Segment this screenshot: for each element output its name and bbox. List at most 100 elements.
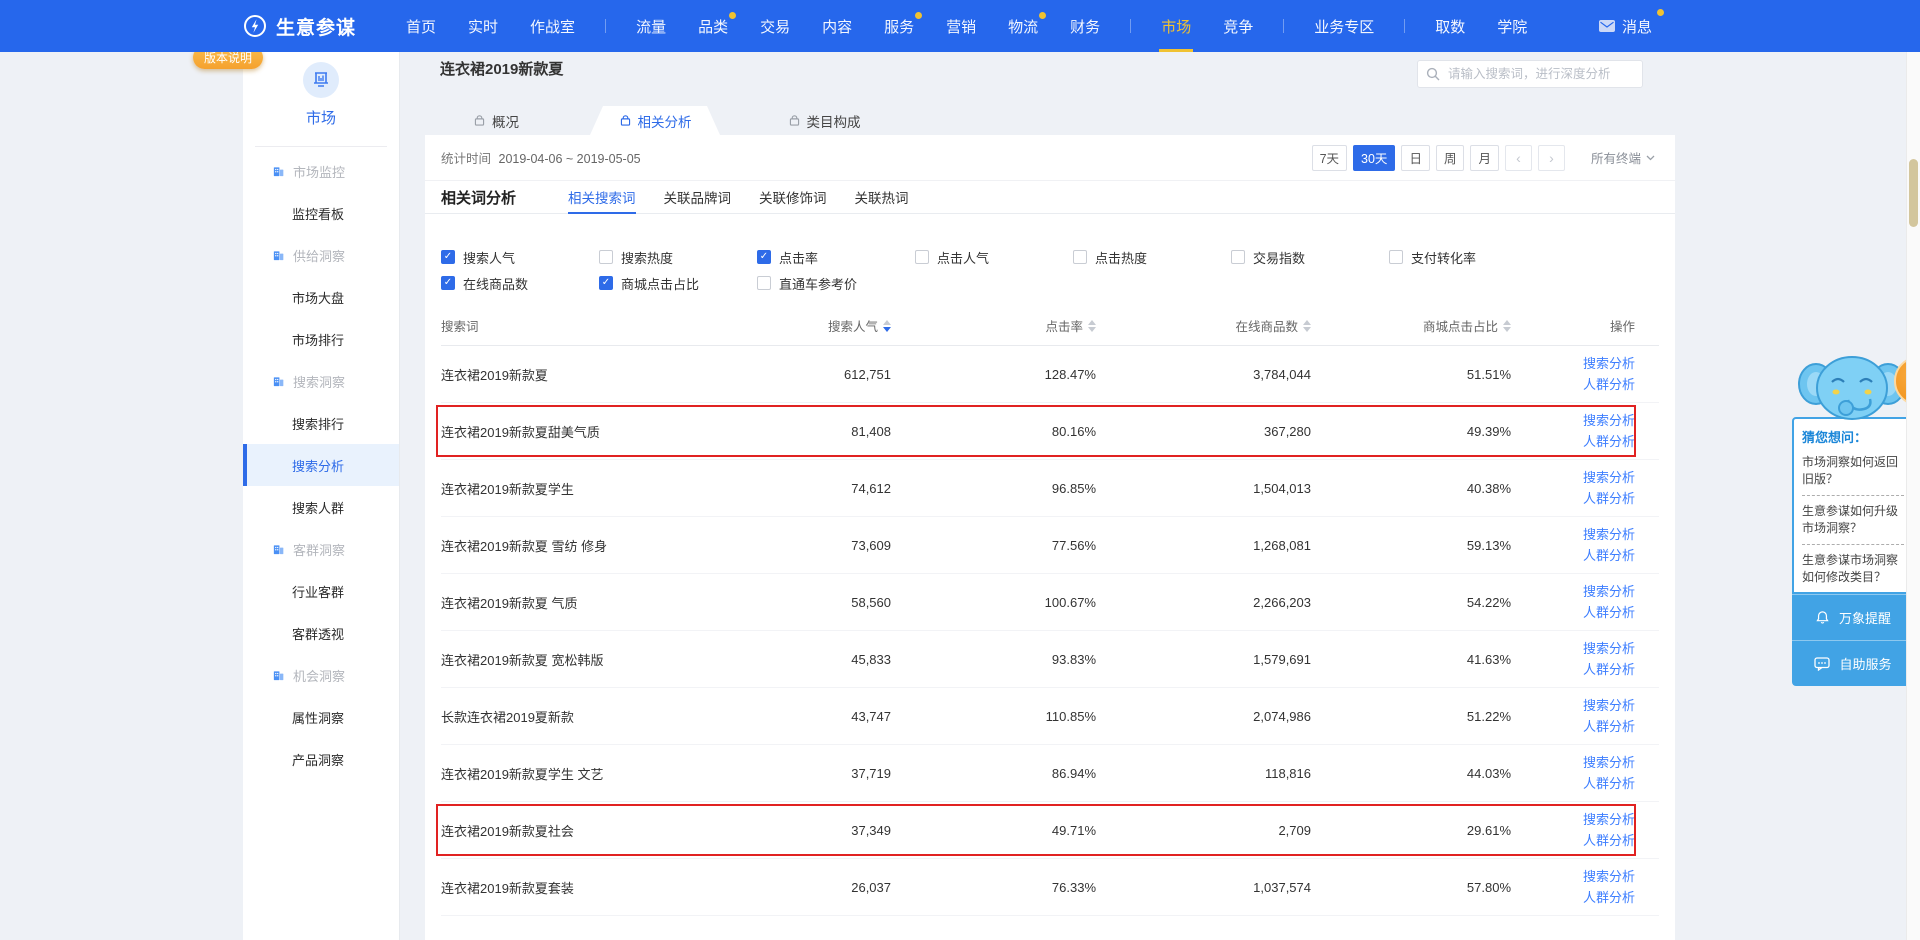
nav-item-home[interactable]: 首页	[390, 0, 452, 52]
audience-analysis-link[interactable]: 人群分析	[1511, 488, 1635, 509]
audience-analysis-link[interactable]: 人群分析	[1511, 830, 1635, 851]
sidebar-item-search-audience[interactable]: 搜索人群	[243, 486, 399, 528]
nav-item-label: 作战室	[530, 18, 576, 36]
metric-checkbox-click-heat[interactable]: 点击热度	[1073, 248, 1231, 267]
nav-item-content[interactable]: 内容	[806, 0, 868, 52]
metric-checkbox-transaction-index[interactable]: 交易指数	[1231, 248, 1389, 267]
assistant-question[interactable]: 生意参谋如何升级市场洞察？	[1802, 503, 1904, 537]
sidebar-item-search-analysis[interactable]: 搜索分析	[243, 444, 399, 486]
sort-icon[interactable]	[883, 319, 891, 332]
audience-analysis-link[interactable]: 人群分析	[1511, 773, 1635, 794]
sort-icon[interactable]	[1088, 319, 1096, 332]
sidebar-item-market-ranking[interactable]: 市场排行	[243, 318, 399, 360]
nav-item-data-fetch[interactable]: 取数	[1419, 0, 1481, 52]
metric-checkbox-click-popularity[interactable]: 点击人气	[915, 248, 1073, 267]
nav-item-messages[interactable]: 消息	[1589, 0, 1664, 52]
search-analysis-link[interactable]: 搜索分析	[1511, 353, 1635, 374]
search-analysis-link[interactable]: 搜索分析	[1511, 809, 1635, 830]
assistant-button-self-service[interactable]: 自助服务	[1792, 640, 1914, 686]
metric-checkbox-ctr[interactable]: 点击率	[757, 248, 915, 267]
nav-item-war-room[interactable]: 作战室	[514, 0, 591, 52]
tab-related-analysis[interactable]: 相关分析	[590, 106, 720, 135]
sidebar-item-industry-customer[interactable]: 行业客群	[243, 570, 399, 612]
metric-checkbox-search-heat[interactable]: 搜索热度	[599, 248, 757, 267]
sidebar-item-label: 供给洞察	[293, 248, 346, 264]
prev-page-button[interactable]: ‹	[1504, 144, 1532, 171]
audience-analysis-link[interactable]: 人群分析	[1511, 716, 1635, 737]
cell-search-popularity: 45,833	[851, 651, 891, 667]
sidebar-item-product-insight[interactable]: 产品洞察	[243, 738, 399, 780]
metric-checkbox-online-products[interactable]: 在线商品数	[441, 274, 599, 293]
search-analysis-link[interactable]: 搜索分析	[1511, 752, 1635, 773]
metric-checkbox-mall-click-share[interactable]: 商城点击占比	[599, 274, 757, 293]
audience-analysis-link[interactable]: 人群分析	[1511, 602, 1635, 623]
audience-analysis-link[interactable]: 人群分析	[1511, 374, 1635, 395]
sidebar-item-monitor-dashboard[interactable]: 监控看板	[243, 192, 399, 234]
sort-icon[interactable]	[1303, 319, 1311, 332]
audience-analysis-link[interactable]: 人群分析	[1511, 431, 1635, 452]
metric-checkbox-search-popularity[interactable]: 搜索人气	[441, 248, 599, 267]
analysis-tab-related-search-words[interactable]: 相关搜索词	[568, 181, 636, 214]
audience-analysis-link[interactable]: 人群分析	[1511, 887, 1635, 908]
metric-checkbox-payment-conversion[interactable]: 支付转化率	[1389, 248, 1547, 267]
audience-analysis-link[interactable]: 人群分析	[1511, 545, 1635, 566]
nav-item-business-zone[interactable]: 业务专区	[1298, 0, 1390, 52]
search-analysis-link[interactable]: 搜索分析	[1511, 410, 1635, 431]
nav-item-academy[interactable]: 学院	[1481, 0, 1543, 52]
market-module-icon	[303, 62, 339, 98]
elephant-mascot[interactable]	[1798, 350, 1906, 427]
sort-icon[interactable]	[1503, 319, 1511, 332]
tab-category-composition[interactable]: 类目构成	[758, 106, 890, 135]
column-header-online_products[interactable]: 在线商品数	[1096, 316, 1311, 335]
sidebar-item-market-overview[interactable]: 市场大盘	[243, 276, 399, 318]
sidebar-item-customer-perspective[interactable]: 客群透视	[243, 612, 399, 654]
scrollbar-thumb[interactable]	[1909, 159, 1918, 227]
brand-name: 生意参谋	[276, 17, 357, 39]
analysis-tab-related-modifier-words[interactable]: 关联修饰词	[759, 181, 827, 213]
nav-item-label: 交易	[760, 18, 791, 36]
column-header-search_popularity[interactable]: 搜索人气	[721, 316, 891, 335]
search-analysis-link[interactable]: 搜索分析	[1511, 581, 1635, 602]
tab-overview[interactable]: 概况	[440, 106, 552, 135]
range-button-month[interactable]: 月	[1470, 144, 1499, 171]
terminal-dropdown[interactable]: 所有终端	[1591, 148, 1655, 167]
nav-item-competition[interactable]: 竞争	[1207, 0, 1269, 52]
audience-analysis-link[interactable]: 人群分析	[1511, 659, 1635, 680]
search-analysis-link[interactable]: 搜索分析	[1511, 638, 1635, 659]
search-input[interactable]	[1417, 60, 1643, 88]
nav-item-service[interactable]: 服务	[868, 0, 930, 52]
column-header-ctr[interactable]: 点击率	[891, 316, 1096, 335]
search-analysis-link[interactable]: 搜索分析	[1511, 467, 1635, 488]
nav-item-market[interactable]: 市场	[1145, 0, 1207, 52]
search-analysis-link[interactable]: 搜索分析	[1511, 866, 1635, 887]
column-header-mall_click_share[interactable]: 商城点击占比	[1311, 316, 1511, 335]
assistant-question[interactable]: 生意参谋市场洞察如何修改类目？	[1802, 552, 1904, 586]
nav-item-label: 市场	[1161, 18, 1192, 36]
nav-item-realtime[interactable]: 实时	[452, 0, 514, 52]
sidebar-item-label: 客群透视	[292, 626, 345, 642]
range-button-day[interactable]: 日	[1401, 144, 1430, 171]
metric-checkbox-ztc-reference-price[interactable]: 直通车参考价	[757, 274, 915, 293]
nav-item-traffic[interactable]: 流量	[620, 0, 682, 52]
sidebar-item-search-ranking[interactable]: 搜索排行	[243, 402, 399, 444]
assistant-question[interactable]: 市场洞察如何返回旧版？	[1802, 454, 1904, 488]
assistant-button-wanxiang-reminder[interactable]: 万象提醒	[1792, 594, 1914, 640]
search-analysis-link[interactable]: 搜索分析	[1511, 524, 1635, 545]
analysis-tab-related-brand-words[interactable]: 关联品牌词	[664, 181, 732, 213]
range-button-week[interactable]: 周	[1435, 144, 1465, 171]
sidebar-item-label: 产品洞察	[292, 752, 345, 768]
nav-item-marketing[interactable]: 营销	[930, 0, 992, 52]
next-page-button[interactable]: ›	[1537, 144, 1565, 171]
range-button-7d[interactable]: 7天	[1311, 144, 1348, 171]
nav-item-logistics[interactable]: 物流	[992, 0, 1054, 52]
analysis-tab-related-hot-words[interactable]: 关联热词	[855, 181, 909, 213]
related-words-table: 搜索词 搜索人气 点击率 在线商品数 商城点击占比 操作 连衣裙2019新款夏 612,75…	[425, 306, 1675, 916]
nav-item-finance[interactable]: 财务	[1054, 0, 1116, 52]
range-button-30d[interactable]: 30天	[1353, 144, 1396, 171]
nav-item-category[interactable]: 品类	[682, 0, 744, 52]
search-analysis-link[interactable]: 搜索分析	[1511, 695, 1635, 716]
brand-logo[interactable]: 生意参谋	[243, 13, 356, 40]
keyword-search-box	[1417, 60, 1643, 88]
nav-item-transaction[interactable]: 交易	[744, 0, 806, 52]
sidebar-item-attribute-insight[interactable]: 属性洞察	[243, 696, 399, 738]
